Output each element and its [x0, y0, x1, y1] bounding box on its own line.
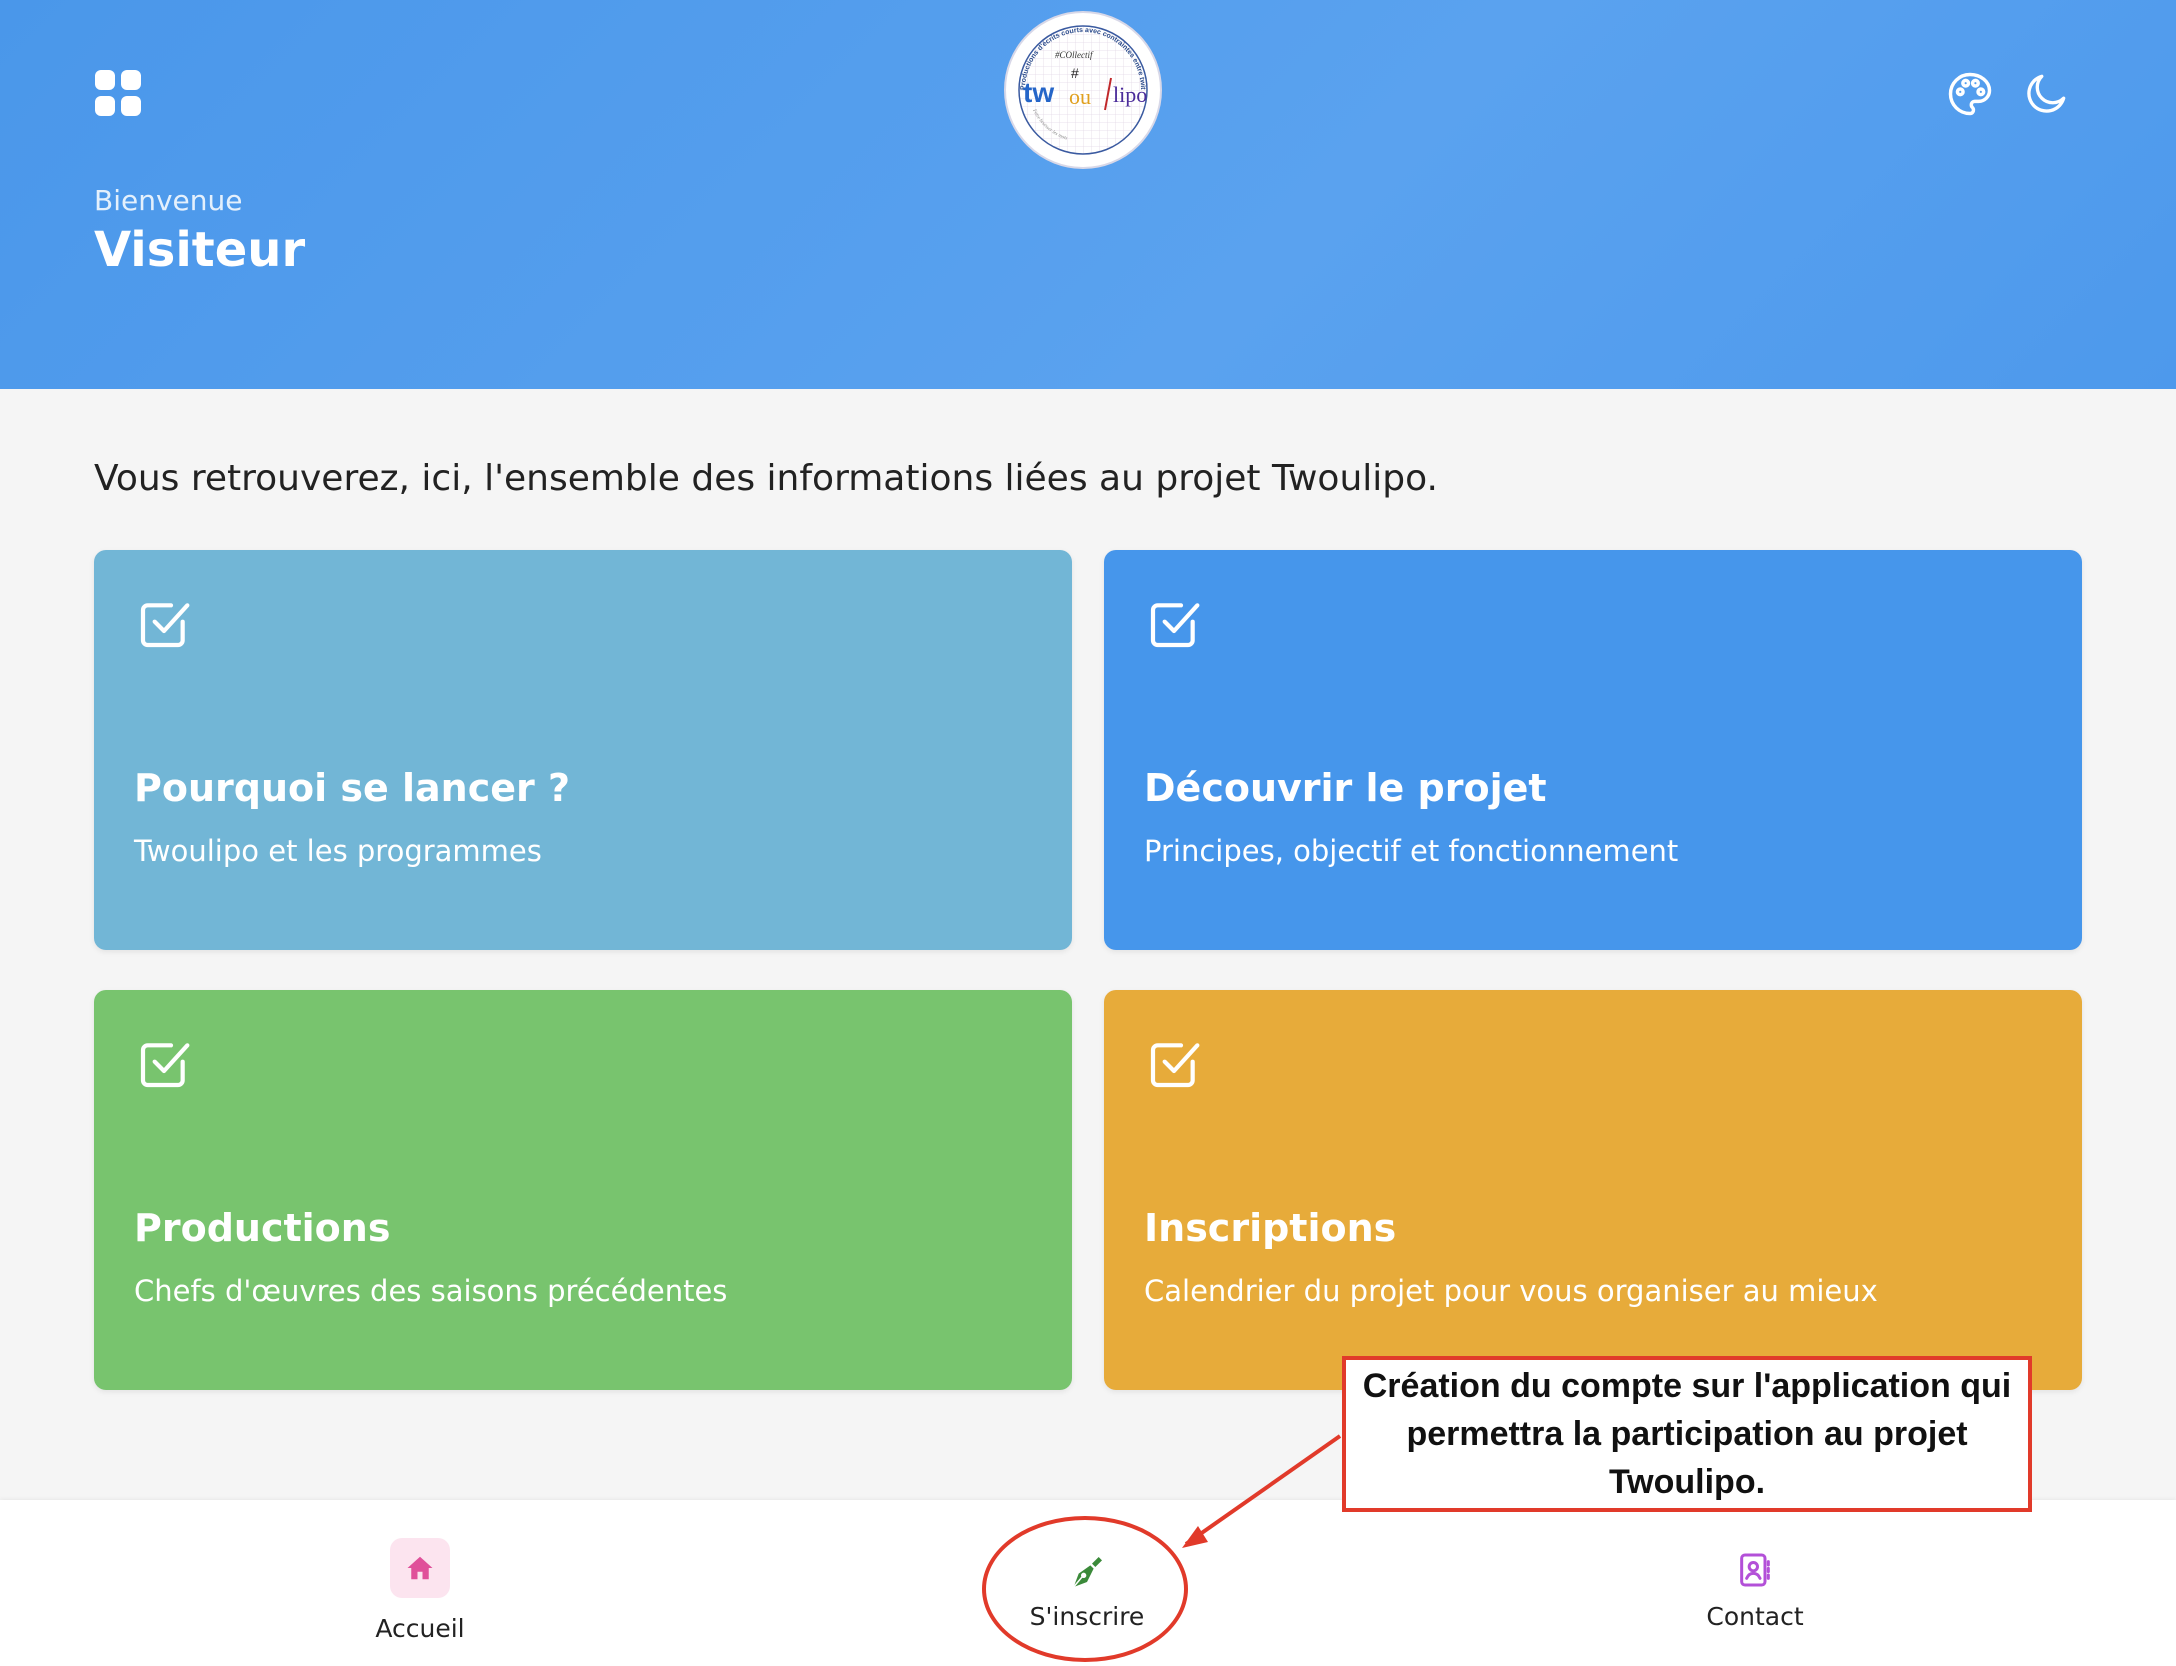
card-decouvrir[interactable]: Découvrir le projet Principes, objectif …: [1104, 550, 2082, 950]
logo-brand-tw: tw: [1023, 77, 1054, 108]
card-pourquoi[interactable]: Pourquoi se lancer ? Twoulipo et les pro…: [94, 550, 1072, 950]
logo-collective: #COllectif: [1055, 50, 1094, 60]
moon-icon[interactable]: [2022, 68, 2072, 118]
logo-brand-lipo: lipo: [1113, 82, 1147, 107]
card-productions[interactable]: Productions Chefs d'œuvres des saisons p…: [94, 990, 1072, 1390]
welcome-label: Bienvenue: [94, 184, 243, 217]
checkbox-icon: [140, 1043, 190, 1088]
checkbox-icon: [1150, 603, 1200, 648]
card-subtitle: Chefs d'œuvres des saisons précédentes: [134, 1274, 728, 1308]
card-subtitle: Calendrier du projet pour vous organiser…: [1144, 1274, 1878, 1308]
card-subtitle: Twoulipo et les programmes: [134, 834, 542, 868]
card-title: Inscriptions: [1144, 1206, 1397, 1250]
card-inscriptions[interactable]: Inscriptions Calendrier du projet pour v…: [1104, 990, 2082, 1390]
nav-accueil[interactable]: Accueil: [320, 1538, 520, 1643]
header: Productions d'écrits courts avec contrai…: [0, 0, 2176, 389]
annotation-callout: Création du compte sur l'application qui…: [1342, 1356, 2032, 1512]
grid-menu-icon[interactable]: [95, 70, 141, 116]
nav-label: Accueil: [375, 1614, 465, 1643]
home-icon: [407, 1556, 433, 1580]
card-subtitle: Principes, objectif et fonctionnement: [1144, 834, 1679, 868]
annotation-ellipse: [982, 1516, 1188, 1662]
palette-icon[interactable]: [1944, 68, 1996, 120]
svg-text:#: #: [1071, 65, 1079, 81]
contact-book-icon: [1740, 1553, 1770, 1587]
annotation-text: Création du compte sur l'application qui…: [1362, 1367, 2012, 1501]
card-title: Productions: [134, 1206, 391, 1250]
card-title: Découvrir le projet: [1144, 766, 1547, 810]
home-icon-background: [390, 1538, 450, 1598]
user-name: Visiteur: [94, 222, 306, 278]
card-title: Pourquoi se lancer ?: [134, 766, 571, 810]
twoulipo-logo[interactable]: Productions d'écrits courts avec contrai…: [1003, 10, 1163, 170]
checkbox-icon: [1150, 1043, 1200, 1088]
nav-label: Contact: [1706, 1602, 1804, 1631]
nav-contact[interactable]: Contact: [1655, 1550, 1855, 1631]
logo-brand-ou: ou: [1069, 84, 1091, 109]
intro-text: Vous retrouverez, ici, l'ensemble des in…: [94, 458, 1438, 499]
checkbox-icon: [140, 603, 190, 648]
